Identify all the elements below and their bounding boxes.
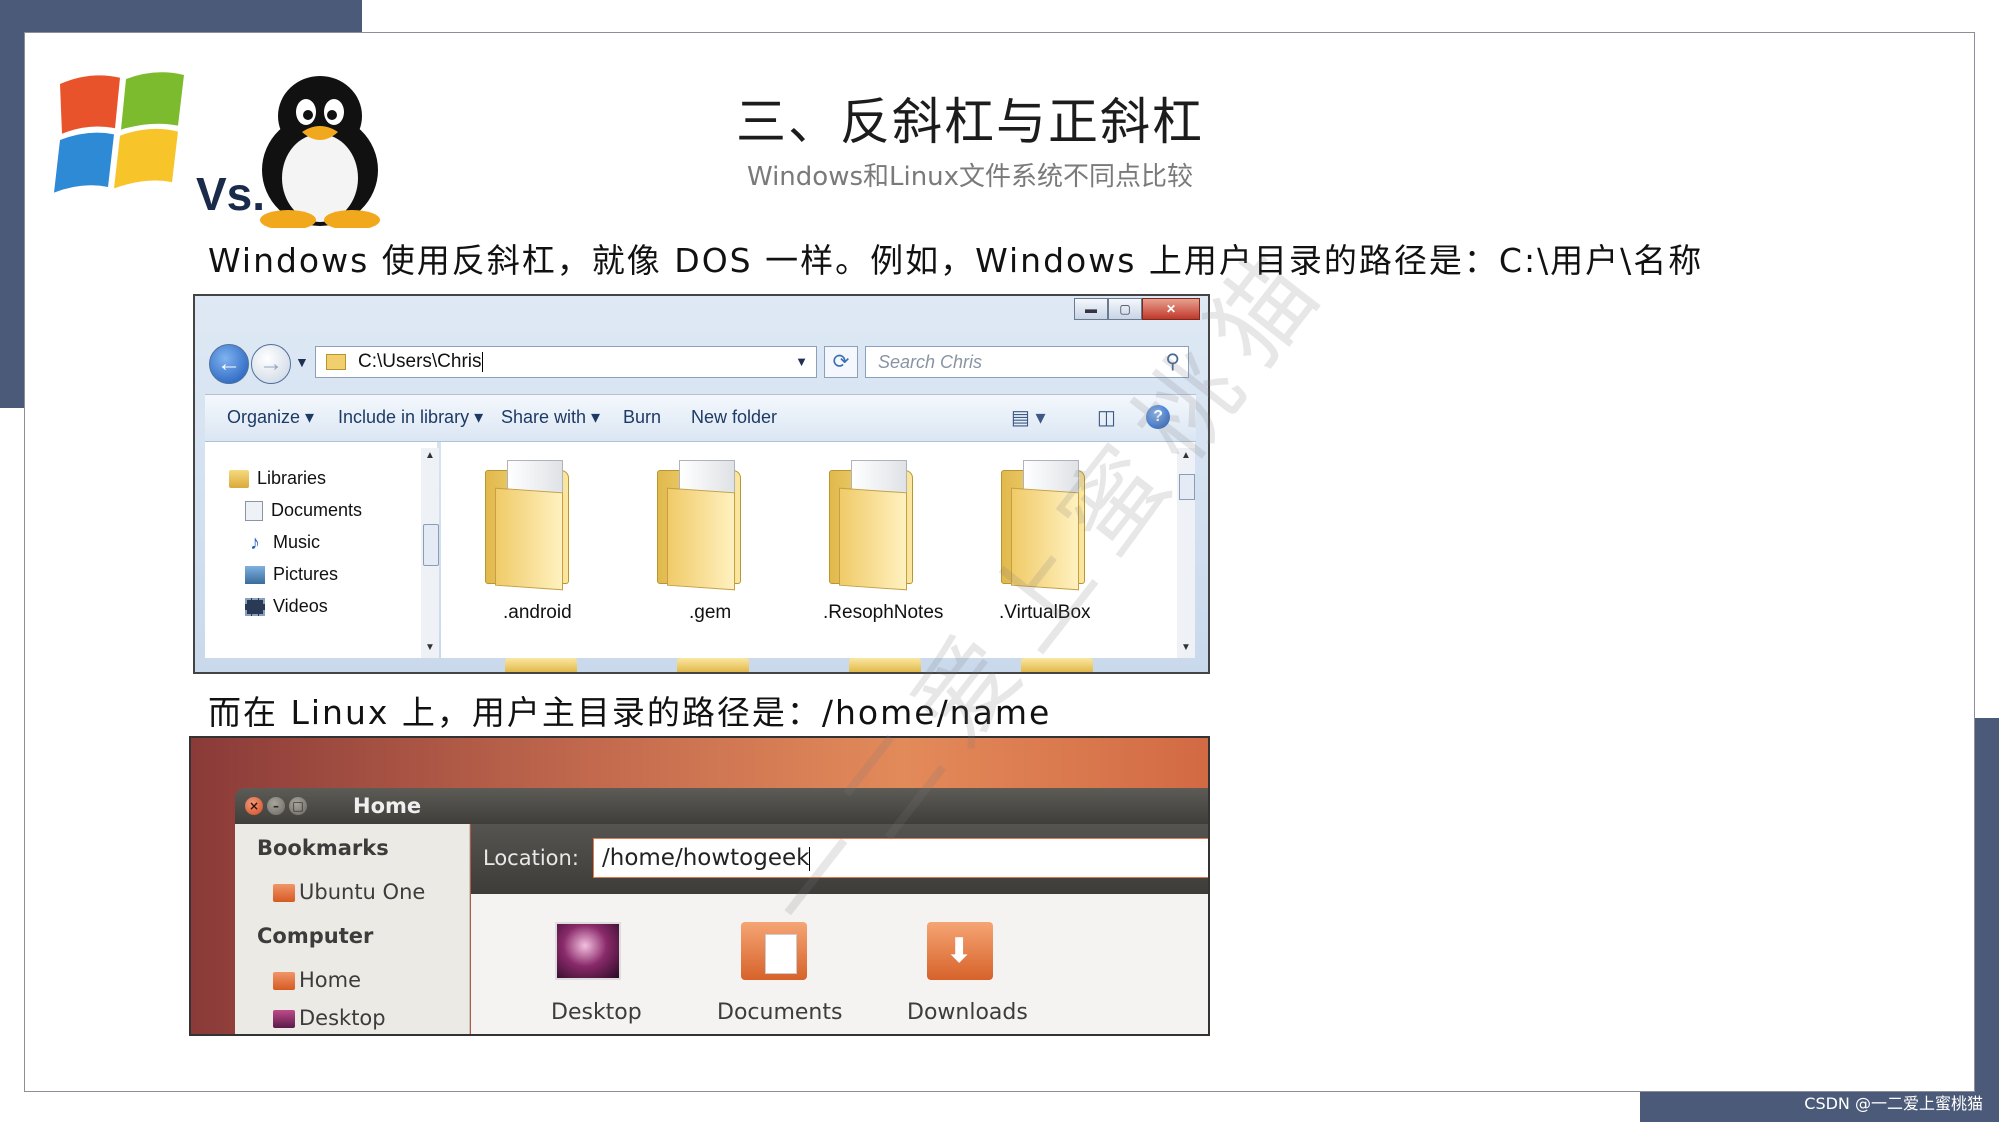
minimize-icon[interactable]: – — [267, 797, 285, 815]
ubuntu-nautilus-screenshot: × – □ Home Bookmarks Ubuntu One Computer… — [189, 736, 1210, 1036]
forward-arrow-icon[interactable]: → — [251, 344, 291, 384]
folder-peek — [505, 658, 577, 672]
tux-penguin-icon — [260, 76, 380, 230]
sidebar-item-desktop[interactable]: Desktop — [273, 1006, 386, 1030]
document-sheet — [765, 934, 797, 974]
deco-left-bar — [0, 0, 24, 408]
folder-resophnotes-icon[interactable] — [821, 456, 931, 606]
desktop-folder-icon[interactable] — [555, 922, 621, 980]
windows-vs-linux-logo: Vs. — [50, 60, 400, 230]
include-in-library-button[interactable]: Include in library ▾ — [338, 407, 483, 428]
logo-graphic: Vs. — [54, 72, 380, 230]
folder-icon — [326, 353, 346, 370]
share-with-button[interactable]: Share with ▾ — [501, 407, 600, 428]
slide-subtitle: Windows和Linux文件系统不同点比较 — [746, 162, 1194, 192]
refresh-icon[interactable]: ⟳ — [824, 346, 858, 378]
text-cursor — [481, 351, 483, 372]
address-value: C:\Users\Chris — [358, 351, 482, 372]
window-title: Home — [353, 794, 422, 818]
folder-gem-icon[interactable] — [649, 456, 759, 606]
search-placeholder: Search Chris — [878, 352, 983, 372]
downloads-folder-icon[interactable]: ⬇ — [927, 922, 993, 980]
maximize-icon[interactable]: □ — [289, 797, 307, 815]
nav-item-documents[interactable]: Documents — [245, 500, 362, 522]
sidebar-section-bookmarks: Bookmarks — [257, 836, 389, 860]
folder-icon — [273, 884, 295, 902]
location-label: Location: — [483, 846, 579, 870]
history-dropdown-icon[interactable]: ▼ — [295, 354, 309, 370]
icon-label-documents[interactable]: Documents — [717, 1000, 842, 1025]
footer-credit: CSDN @一二爱上蜜桃猫 — [1804, 1094, 1983, 1113]
nav-item-pictures[interactable]: Pictures — [245, 564, 338, 585]
sidebar-section-computer: Computer — [257, 924, 374, 948]
folder-label[interactable]: .android — [503, 602, 572, 624]
folder-peek — [677, 658, 749, 672]
content-scroll-down-icon[interactable]: ▼ — [1181, 642, 1191, 653]
libraries-icon — [229, 470, 249, 489]
explorer-toolbar: Organize ▾ Include in library ▾ Share wi… — [205, 394, 1196, 442]
burn-button[interactable]: Burn — [623, 407, 661, 428]
music-icon: ♪ — [250, 532, 260, 555]
deco-right-bar — [1975, 718, 1999, 1122]
desktop-icon — [273, 1010, 295, 1028]
documents-icon — [245, 501, 263, 522]
maximize-button[interactable]: ▢ — [1108, 298, 1142, 320]
windows-flag-icon — [54, 72, 184, 193]
nav-item-music[interactable]: ♪ Music — [245, 532, 320, 553]
download-arrow-icon: ⬇ — [945, 931, 974, 971]
organize-button[interactable]: Organize ▾ — [227, 407, 314, 428]
nautilus-titlebar: × – □ Home — [235, 788, 1208, 824]
sidebar-item-home[interactable]: Home — [273, 968, 361, 992]
minimize-button[interactable]: ▬ — [1074, 298, 1108, 320]
videos-icon — [245, 598, 265, 617]
view-options-icon[interactable]: ▤ ▾ — [1011, 405, 1046, 430]
logo-vs-text: Vs. — [196, 168, 265, 220]
deco-top-left-bar — [0, 0, 362, 32]
slide-title: 三、反斜杠与正斜杠 — [736, 93, 1204, 151]
address-bar[interactable]: C:\Users\Chris ▼ — [315, 346, 817, 378]
icon-label-desktop[interactable]: Desktop — [551, 1000, 642, 1025]
nautilus-sidebar: Bookmarks Ubuntu One Computer Home Deskt… — [235, 824, 470, 1034]
new-folder-button[interactable]: New folder — [691, 407, 777, 428]
nav-scrollbar-thumb[interactable] — [423, 524, 439, 566]
folder-label[interactable]: .gem — [689, 602, 731, 624]
navigation-pane: Libraries Documents ♪ Music Pictures Vide… — [205, 442, 437, 658]
icon-label-downloads[interactable]: Downloads — [907, 1000, 1028, 1025]
back-arrow-icon[interactable]: ← — [209, 344, 249, 384]
address-dropdown-icon[interactable]: ▼ — [795, 347, 808, 377]
folder-android-icon[interactable] — [477, 456, 587, 606]
nav-item-libraries[interactable]: Libraries — [229, 468, 326, 489]
home-folder-icon — [273, 972, 295, 990]
close-icon[interactable]: × — [245, 797, 263, 815]
nav-scroll-down-icon[interactable]: ▼ — [425, 642, 435, 653]
nav-scroll-up-icon[interactable]: ▲ — [425, 450, 435, 461]
documents-folder-icon[interactable] — [741, 922, 807, 980]
nav-item-videos[interactable]: Videos — [245, 596, 328, 617]
windows-path-paragraph: Windows 使用反斜杠，就像 DOS 一样。例如，Windows 上用户目录… — [208, 241, 1704, 280]
pictures-icon — [245, 566, 265, 585]
sidebar-item-ubuntu-one[interactable]: Ubuntu One — [273, 880, 425, 904]
